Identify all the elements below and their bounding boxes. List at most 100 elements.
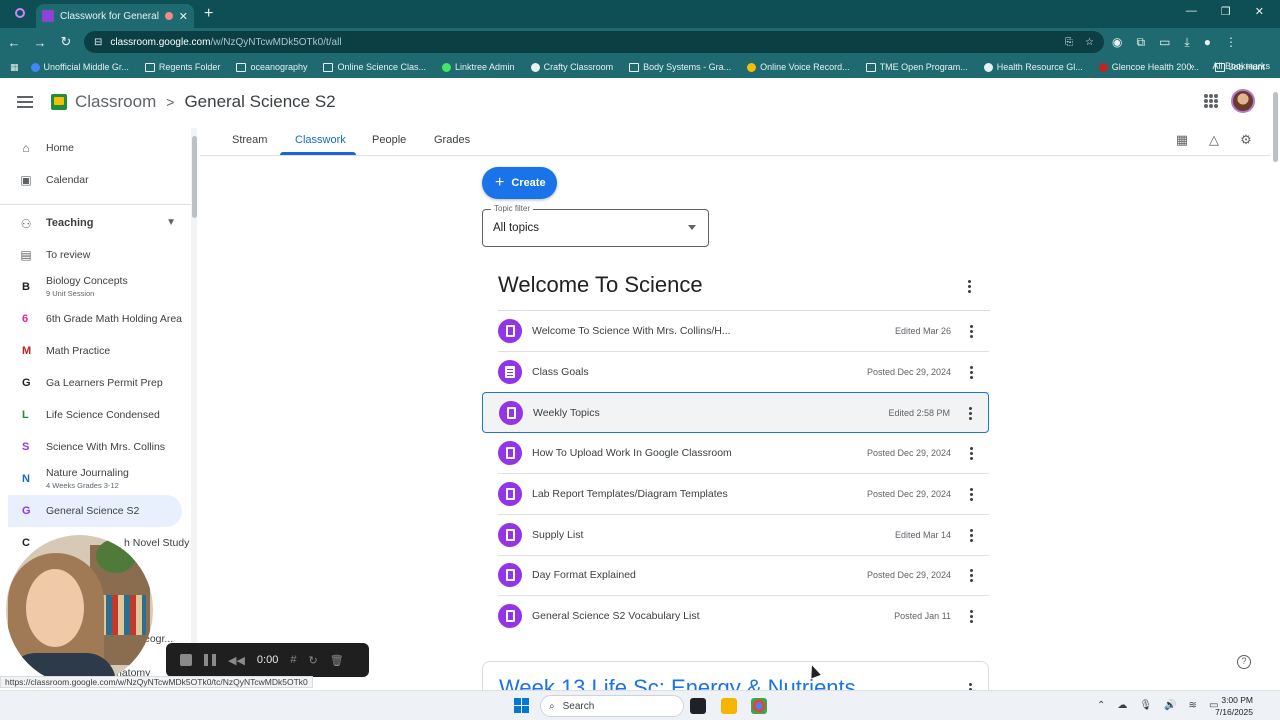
calendar-icon[interactable]: ▦ [1174,132,1190,148]
minimize-icon[interactable]: — [1186,5,1197,18]
classwork-item-row[interactable]: Weekly Topics Edited 2:58 PM [482,392,989,433]
item-more-options-icon[interactable] [970,324,973,339]
wifi-icon[interactable]: ≋ [1189,700,1197,711]
sidebar-item-to-review[interactable]: ▤ To review [8,239,182,271]
item-more-options-icon[interactable] [970,528,973,543]
file-explorer-icon[interactable] [721,698,737,714]
bookmark-item[interactable]: oceanography [236,62,307,72]
help-icon[interactable]: ? [1237,655,1251,669]
bookmark-item[interactable]: Regents Folder [144,62,220,72]
pause-icon[interactable] [204,654,216,666]
topic-filter-select[interactable]: Topic filter All topics [482,204,709,247]
item-more-options-icon[interactable] [970,487,973,502]
download-icon[interactable]: ⤓ [1184,35,1189,50]
item-more-options-icon[interactable] [970,365,973,380]
bookmark-item[interactable]: Online Science Clas... [323,62,426,72]
chevron-up-icon[interactable]: ⌃ [1097,700,1105,711]
bookmark-item[interactable]: TME Open Program... [865,62,968,72]
item-more-options-icon[interactable] [969,406,972,421]
delete-icon[interactable]: 🗑 [330,654,344,667]
sidebar-item-general-science-s2[interactable]: G General Science S2 [8,495,182,527]
install-app-icon[interactable]: ⎘ [1065,37,1073,48]
restart-icon[interactable]: ↻ [308,654,317,667]
speaker-icon[interactable]: 🔊 [1164,700,1176,711]
classwork-item-row[interactable]: Day Format Explained Posted Dec 29, 2024 [482,555,989,596]
avatar[interactable] [1231,89,1255,113]
tab-grades[interactable]: Grades [434,134,470,146]
windows-start-icon[interactable] [514,698,529,713]
chrome-icon[interactable] [751,698,767,714]
main-menu-icon[interactable] [17,93,33,111]
sidebar-item-class[interactable]: G Ga Learners Permit Prep [8,367,182,399]
restore-icon[interactable]: ❐ [1221,5,1231,18]
new-tab-button[interactable]: + [204,5,213,23]
bookmark-item[interactable]: Body Systems - Gra... [629,62,731,72]
page-title[interactable]: General Science S2 [184,92,335,112]
url-bar[interactable]: ⊟ classroom.google.com/w/NzQyNTcwMDk5OTk… [84,31,1104,53]
sidebar-item-home[interactable]: ⌂ Home [8,132,182,164]
classroom-logo-icon[interactable] [51,94,67,110]
close-window-icon[interactable]: ✕ [1255,5,1264,18]
item-more-options-icon[interactable] [970,446,973,461]
app-name[interactable]: Classroom [75,92,156,112]
sidebar-section-teaching[interactable]: ⚇ Teaching ▼ [8,208,182,238]
cast-icon[interactable]: ▭ [1159,35,1170,50]
bookmark-item[interactable]: Unofficial Middle Gr... [30,62,129,72]
back-icon[interactable]: ← [2,35,26,50]
settings-gear-icon[interactable]: ⚙ [1238,132,1254,148]
bookmark-star-icon[interactable]: ☆ [1085,37,1094,48]
cloud-icon[interactable]: ☁ [1117,700,1127,711]
create-button[interactable]: + Create [482,167,557,199]
rewind-icon[interactable]: ◀◀ [228,654,245,667]
tab-stream[interactable]: Stream [232,134,267,146]
bookmark-item[interactable]: Linktree Admin [442,62,515,72]
google-apps-icon[interactable] [1204,94,1218,108]
task-view-icon[interactable] [690,698,706,714]
item-more-options-icon[interactable] [970,568,973,583]
bookmark-item[interactable]: Online Voice Record... [747,62,850,72]
reload-icon[interactable]: ↻ [54,34,78,50]
topic-title[interactable]: Welcome To Science [498,272,703,298]
site-info-icon[interactable]: ⊟ [94,37,102,48]
puzzle-icon[interactable]: ⧉ [1136,35,1145,50]
tab-classwork[interactable]: Classwork [295,134,346,146]
item-more-options-icon[interactable] [970,609,973,624]
bookmark-item[interactable]: Glencoe Health 200... [1098,62,1199,72]
classwork-item-row[interactable]: How To Upload Work In Google Classroom Po… [482,433,989,474]
classwork-item-row[interactable]: General Science S2 Vocabulary List Posted… [482,596,989,637]
stop-icon[interactable] [180,654,192,666]
taskbar-search[interactable]: ⌕ Search [540,695,684,717]
classwork-item-row[interactable]: Class Goals Posted Dec 29, 2024 [482,352,989,393]
classwork-item-row[interactable]: Lab Report Templates/Diagram Templates Po… [482,474,989,515]
menu-kebab-icon[interactable]: ⋮ [1225,35,1237,50]
bookmark-item[interactable]: Health Resource Gl... [983,62,1083,72]
apps-icon[interactable]: ▦ [10,62,19,73]
chevron-right-icon[interactable]: » [1189,61,1194,71]
sidebar-item-calendar[interactable]: ▣ Calendar [8,164,182,196]
classwork-item-row[interactable]: Welcome To Science With Mrs. Collins/H..… [482,311,989,352]
sidebar-item-class[interactable]: 6 6th Grade Math Holding Area [8,303,182,335]
browser-tab-classwork[interactable]: Classwork for General Scie... ✕ [36,4,194,28]
classwork-item-row[interactable]: Supply List Edited Mar 14 [482,515,989,556]
window-controls: — ❐ ✕ [1186,5,1280,18]
tab-close-icon[interactable]: ✕ [179,10,188,23]
topic-more-options-icon[interactable] [966,279,972,294]
google-drive-icon[interactable]: △ [1206,132,1222,148]
grid-icon[interactable]: # [290,654,296,666]
sidebar-item-class[interactable]: M Math Practice [8,335,182,367]
all-bookmarks[interactable]: » All Bookmarks [1189,61,1270,71]
extension-icon[interactable]: ◉ [1112,35,1122,50]
page-scrollbar-thumb[interactable] [1273,92,1278,162]
profile-icon[interactable]: ● [1204,35,1211,50]
microphone-icon[interactable]: 🎙 [1139,700,1152,711]
sidebar-scrollbar-thumb[interactable] [192,136,197,218]
forward-icon[interactable]: → [28,35,52,50]
bookmark-item[interactable]: Crafty Classroom [530,62,613,72]
sidebar-item-class[interactable]: S Science With Mrs. Collins [8,431,182,463]
sidebar-item-class[interactable]: N Nature Journaling 4 Weeks Grades 3-12 [8,463,182,495]
sidebar-item-class[interactable]: B Biology Concepts 9 Unit Session [8,271,182,303]
sidebar-item-class[interactable]: L Life Science Condensed [8,399,182,431]
webcam-overlay[interactable] [6,535,153,685]
tab-people[interactable]: People [372,134,406,146]
taskbar-clock[interactable]: 3:00 PM 7/16/2025 [1213,694,1253,718]
